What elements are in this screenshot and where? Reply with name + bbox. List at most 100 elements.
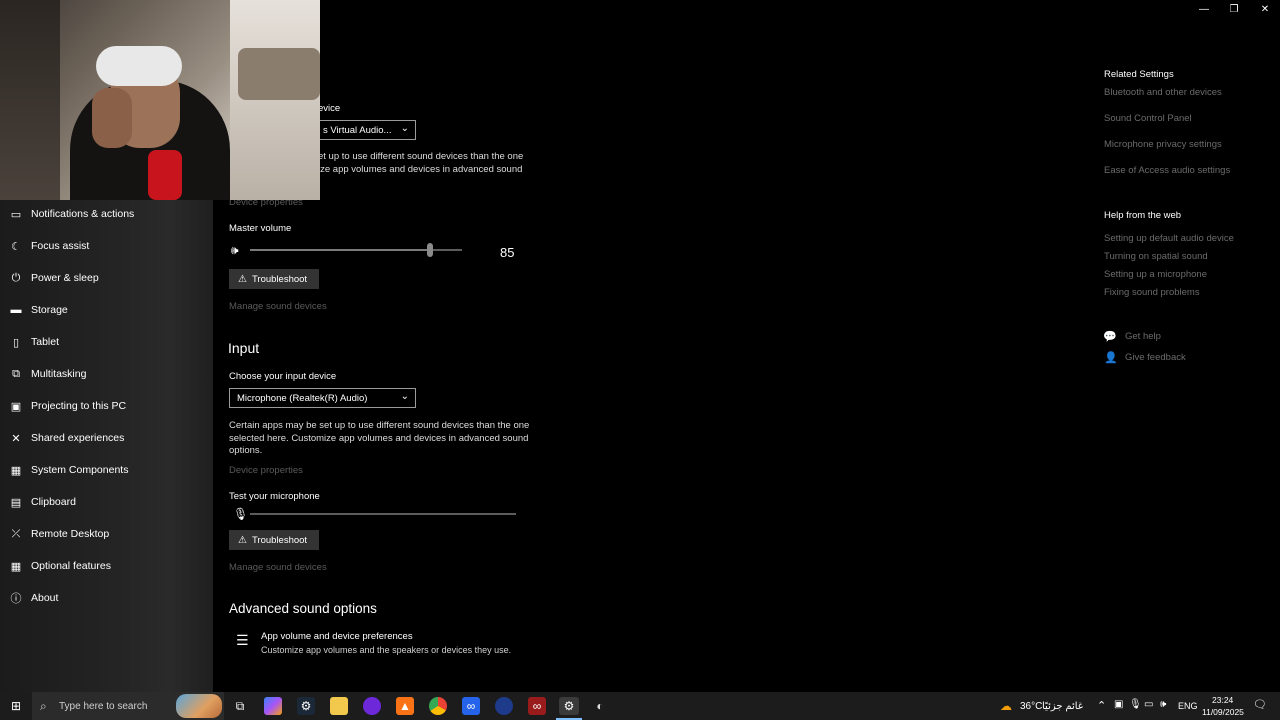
file-explorer-icon[interactable] <box>330 697 348 715</box>
sidebar-item-system-components[interactable]: ▦ System Components <box>0 454 213 486</box>
clipboard-icon: ▤ <box>10 496 22 509</box>
meta-icon[interactable]: ∞ <box>462 697 480 715</box>
volume-tray-icon[interactable]: 🕪 <box>1160 699 1166 710</box>
help-link-fixing-sound[interactable]: Fixing sound problems <box>1104 287 1200 298</box>
sidebar-item-label: Remote Desktop <box>31 528 110 540</box>
warning-icon: ⚠ <box>238 534 247 546</box>
input-device-properties-link[interactable]: Device properties <box>229 465 303 476</box>
device-icon[interactable]: ▣ <box>1114 699 1123 710</box>
sidebar-item-label: Projecting to this PC <box>31 400 127 412</box>
discord-icon[interactable] <box>363 697 381 715</box>
microphone-icon: 🎙 <box>233 507 249 521</box>
minimize-icon: — <box>1199 4 1209 15</box>
master-volume-thumb[interactable] <box>427 243 434 257</box>
steam-icon[interactable]: ⚙ <box>297 697 315 715</box>
test-microphone-label: Test your microphone <box>229 491 320 502</box>
optional-features-icon: ▦ <box>10 560 22 573</box>
vlc-icon[interactable]: ▲ <box>396 697 414 715</box>
restore-button[interactable]: ❐ <box>1227 4 1241 15</box>
sidebar-item-power-sleep[interactable]: ⏻ Power & sleep <box>0 262 213 294</box>
tablet-icon: ▯ <box>12 336 20 349</box>
clock-date[interactable]: 11/09/2025 <box>1202 707 1244 717</box>
output-troubleshoot-button[interactable]: ⚠ Troubleshoot <box>229 269 319 289</box>
sidebar-item-label: Tablet <box>31 336 60 348</box>
sidebar-item-remote-desktop[interactable]: ⤫ Remote Desktop <box>0 518 213 550</box>
sidebar-item-focus-assist[interactable]: ☾ Focus assist <box>0 230 213 262</box>
sidebar-item-about[interactable]: ⓘ About <box>0 582 213 614</box>
input-troubleshoot-button[interactable]: ⚠ Troubleshoot <box>229 530 319 550</box>
input-device-dropdown[interactable]: Microphone (Realtek(R) Audio) ⌄ <box>229 388 416 408</box>
master-volume-label: Master volume <box>229 223 292 234</box>
app-volume-title[interactable]: App volume and device preferences <box>261 631 413 642</box>
related-link-sound-control-panel[interactable]: Sound Control Panel <box>1104 113 1192 124</box>
microphone-level-bar <box>250 513 516 515</box>
app-volume-description: Customize app volumes and the speakers o… <box>261 645 512 655</box>
quest-link-icon[interactable]: ◐ <box>591 697 609 715</box>
get-help-link[interactable]: Get help <box>1125 331 1161 342</box>
search-placeholder: Type here to search <box>59 700 148 712</box>
sidebar-item-label: Optional features <box>31 560 111 572</box>
notification-center-icon[interactable]: 🗨 <box>1253 698 1267 711</box>
sidebar-item-optional-features[interactable]: ▦ Optional features <box>0 550 213 582</box>
help-link-microphone[interactable]: Setting up a microphone <box>1104 269 1207 280</box>
clock-time[interactable]: 23:24 <box>1212 695 1233 705</box>
input-manage-sound-devices-link[interactable]: Manage sound devices <box>229 562 327 573</box>
minimize-button[interactable]: — <box>1197 4 1211 15</box>
help-from-web-heading: Help from the web <box>1104 210 1182 221</box>
input-description-line2: selected here. Customize app volumes and… <box>229 433 529 444</box>
settings-icon[interactable]: ⚙ <box>559 697 579 715</box>
sidebar-item-storage[interactable]: ▬ Storage <box>0 294 213 326</box>
input-device-label: Choose your input device <box>229 371 337 382</box>
input-heading: Input <box>228 340 260 356</box>
weather-temperature: 36°C <box>1020 701 1043 712</box>
sidebar-item-label: Shared experiences <box>31 432 125 444</box>
projecting-icon: ▣ <box>10 400 22 413</box>
show-hidden-icons-chevron[interactable]: ⌃ <box>1097 699 1106 712</box>
close-button[interactable]: ✕ <box>1258 4 1272 15</box>
weather-description: غائم جزئيًا <box>1042 701 1084 712</box>
sidebar-item-clipboard[interactable]: ▤ Clipboard <box>0 486 213 518</box>
related-link-bluetooth[interactable]: Bluetooth and other devices <box>1104 87 1222 98</box>
weather-icon[interactable]: ☁ <box>997 697 1015 715</box>
language-indicator[interactable]: ENG <box>1178 701 1198 711</box>
related-link-microphone-privacy[interactable]: Microphone privacy settings <box>1104 139 1222 150</box>
oculus-icon[interactable]: ∞ <box>528 697 546 715</box>
output-device-label: evice <box>318 103 341 114</box>
app-icon[interactable] <box>495 697 513 715</box>
input-device-value: Microphone (Realtek(R) Audio) <box>237 392 368 404</box>
help-link-spatial-sound[interactable]: Turning on spatial sound <box>1104 251 1208 262</box>
master-volume-value: 85 <box>500 245 515 260</box>
help-link-default-audio[interactable]: Setting up default audio device <box>1104 233 1234 244</box>
sidebar-item-projecting[interactable]: ▣ Projecting to this PC <box>0 390 213 422</box>
webcam-overlay <box>0 0 320 200</box>
sidebar-item-label: Power & sleep <box>31 272 99 284</box>
windows-start-icon[interactable]: ⊞ <box>7 697 25 715</box>
chrome-icon[interactable] <box>429 697 447 715</box>
sidebar-item-multitasking[interactable]: ⧉ Multitasking <box>0 358 213 390</box>
advanced-sound-heading: Advanced sound options <box>229 601 377 616</box>
multitasking-icon: ⧉ <box>12 367 20 380</box>
sidebar-item-shared-experiences[interactable]: ✕ Shared experiences <box>0 422 213 454</box>
output-manage-sound-devices-link[interactable]: Manage sound devices <box>229 301 327 312</box>
network-icon[interactable]: ▭ <box>1144 699 1153 710</box>
microphone-tray-icon[interactable]: 🎙 <box>1129 699 1142 710</box>
related-settings-heading: Related Settings <box>1104 69 1174 80</box>
output-description-line1: et up to use different sound devices tha… <box>318 151 524 162</box>
taskbar: ⊞ ⌕ Type here to search ⧉ ⚙ ▲ ∞ ∞ ⚙ ◐ ☁ … <box>0 692 1280 720</box>
sidebar-item-label: System Components <box>31 464 129 476</box>
task-view-icon[interactable]: ⧉ <box>231 697 249 715</box>
feedback-icon: 👤 <box>1104 352 1118 364</box>
input-description-line3: options. <box>229 445 263 456</box>
related-link-ease-of-access-audio[interactable]: Ease of Access audio settings <box>1104 165 1230 176</box>
search-highlight-image <box>176 694 222 718</box>
restore-icon: ❐ <box>1229 4 1239 15</box>
components-icon: ▦ <box>10 464 22 477</box>
give-feedback-link[interactable]: Give feedback <box>1125 352 1186 363</box>
sidebar-item-notifications[interactable]: ▭ Notifications & actions <box>0 198 213 230</box>
speaker-icon[interactable]: 🕪 <box>231 243 239 258</box>
copilot-icon[interactable] <box>264 697 282 715</box>
sidebar-item-tablet[interactable]: ▯ Tablet <box>0 326 213 358</box>
sidebar-item-label: Focus assist <box>31 240 90 252</box>
taskbar-search[interactable]: ⌕ Type here to search <box>32 692 224 720</box>
close-icon: ✕ <box>1260 4 1270 15</box>
